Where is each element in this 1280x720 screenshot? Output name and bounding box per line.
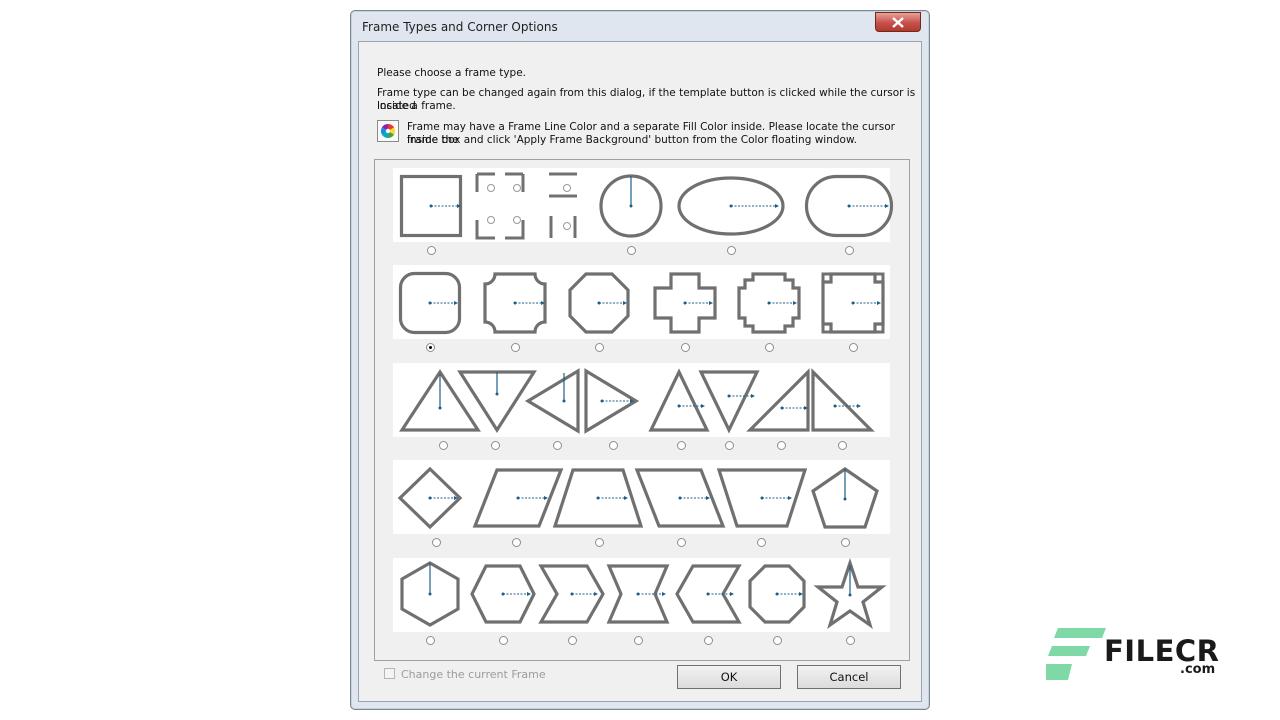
frame-radio-cross[interactable]: [681, 343, 690, 352]
frame-row-triangles: [393, 363, 890, 437]
frame-shape-triangle-right[interactable]: [584, 368, 640, 434]
frame-radio-hourglass[interactable]: [634, 636, 643, 645]
frame-row-polygons: [393, 557, 890, 632]
frame-shape-octagon[interactable]: [568, 272, 630, 334]
frame-radio-rounded-rectangle[interactable]: [845, 246, 854, 255]
corner-option-radio[interactable]: [487, 216, 495, 224]
frame-shape-hexagon[interactable]: [400, 561, 460, 627]
frame-shape-pentagon[interactable]: [811, 467, 879, 529]
frame-radio-pentagon[interactable]: [841, 538, 850, 547]
watermark-suffix: .com: [1180, 662, 1216, 677]
frame-radio-triangle-right[interactable]: [609, 441, 618, 450]
frame-shape-parallelogram[interactable]: [472, 468, 564, 528]
corner-option-radio[interactable]: [513, 216, 521, 224]
frame-radio-hexagon[interactable]: [426, 636, 435, 645]
frame-row-quads: [393, 460, 890, 534]
frame-radio-right-triangle-right[interactable]: [838, 441, 847, 450]
frame-radio-hexagon-wide[interactable]: [499, 636, 508, 645]
frame-shape-star[interactable]: [813, 557, 887, 629]
frame-shape-circle[interactable]: [599, 174, 663, 238]
frame-shape-chevron-reverse[interactable]: [675, 564, 742, 624]
frame-shape-chevron[interactable]: [538, 564, 605, 624]
frame-row-rounded: [393, 265, 890, 339]
frame-shape-trapezoid[interactable]: [552, 468, 644, 528]
frame-shape-triangle-down[interactable]: [457, 370, 537, 433]
frame-shape-right-triangle-left[interactable]: [746, 368, 810, 432]
frame-shape-rounded-square[interactable]: [398, 271, 462, 335]
frame-radio-parallelogram-reverse[interactable]: [677, 538, 686, 547]
change-current-frame-label: Change the current Frame: [401, 668, 546, 681]
frame-radio-trapezoid[interactable]: [595, 538, 604, 547]
frame-radio-triangle-down[interactable]: [491, 441, 500, 450]
frame-shape-square[interactable]: [399, 174, 463, 238]
close-icon: [892, 17, 904, 28]
frame-radio-circle[interactable]: [627, 246, 636, 255]
corner-option-radio[interactable]: [487, 184, 495, 192]
ok-button[interactable]: OK: [677, 665, 781, 689]
frame-radio-star[interactable]: [846, 636, 855, 645]
frame-shape-trapezoid-inverted[interactable]: [716, 468, 808, 528]
frame-radio-chevron[interactable]: [568, 636, 577, 645]
frame-radio-chevron-reverse[interactable]: [704, 636, 713, 645]
frame-types-dialog: Frame Types and Corner Options Please ch…: [350, 10, 930, 710]
instruction-color-line2: frame box and click 'Apply Frame Backgro…: [407, 134, 857, 146]
instruction-change-line1: Frame type can be changed again from thi…: [377, 87, 916, 112]
frame-shape-triangle-left[interactable]: [524, 368, 580, 434]
frame-radio-parallelogram[interactable]: [512, 538, 521, 547]
frame-radio-triangle-up-small[interactable]: [677, 441, 686, 450]
frame-shape-rounded-rectangle[interactable]: [804, 174, 894, 238]
close-button[interactable]: [875, 12, 921, 32]
corner-option-radio[interactable]: [513, 184, 521, 192]
corner-options-grid: [475, 172, 577, 240]
filecr-logo-icon: [1046, 628, 1106, 680]
frame-radio-triangle-left[interactable]: [553, 441, 562, 450]
frame-shape-cross[interactable]: [653, 272, 717, 334]
instruction-change-line2: inside a frame.: [377, 100, 456, 112]
frame-shape-stepped[interactable]: [737, 272, 801, 334]
frame-radio-octagon-small[interactable]: [773, 636, 782, 645]
frame-shape-ellipse[interactable]: [677, 176, 785, 236]
frame-row-basic: [393, 168, 894, 242]
frame-radio-ellipse[interactable]: [727, 246, 736, 255]
instruction-choose: Please choose a frame type.: [377, 67, 526, 79]
cancel-button[interactable]: Cancel: [797, 665, 901, 689]
corner-option-radio[interactable]: [563, 222, 571, 230]
frame-radio-trapezoid-inverted[interactable]: [757, 538, 766, 547]
change-current-frame-checkbox[interactable]: [384, 668, 395, 679]
frame-radio-notched[interactable]: [849, 343, 858, 352]
frame-shape-notched[interactable]: [821, 272, 885, 334]
frame-shape-diamond[interactable]: [397, 466, 463, 530]
frame-shape-octagon-small[interactable]: [748, 564, 806, 624]
dialog-content: Please choose a frame type. Frame type c…: [358, 41, 922, 702]
color-wheel-icon: [377, 120, 399, 142]
frame-radio-diamond[interactable]: [432, 538, 441, 547]
corner-option-radio[interactable]: [563, 184, 571, 192]
frame-radio-square[interactable]: [427, 246, 436, 255]
frame-shape-hourglass[interactable]: [606, 564, 670, 624]
frame-shape-parallelogram-reverse[interactable]: [634, 468, 726, 528]
dialog-title: Frame Types and Corner Options: [362, 20, 558, 34]
frame-radio-triangle-down-small[interactable]: [725, 441, 734, 450]
frame-shape-right-triangle-right[interactable]: [811, 368, 875, 432]
frame-radio-right-triangle-left[interactable]: [777, 441, 786, 450]
frame-radio-octagon[interactable]: [595, 343, 604, 352]
title-bar: Frame Types and Corner Options: [351, 11, 929, 41]
frame-radio-scalloped[interactable]: [511, 343, 520, 352]
frame-shape-scalloped[interactable]: [483, 272, 547, 334]
frame-radio-stepped[interactable]: [765, 343, 774, 352]
frame-shape-hexagon-wide[interactable]: [470, 564, 536, 624]
frame-radio-triangle-up[interactable]: [439, 441, 448, 450]
frame-radio-rounded-square[interactable]: [426, 343, 435, 352]
frame-type-panel: [374, 159, 910, 661]
